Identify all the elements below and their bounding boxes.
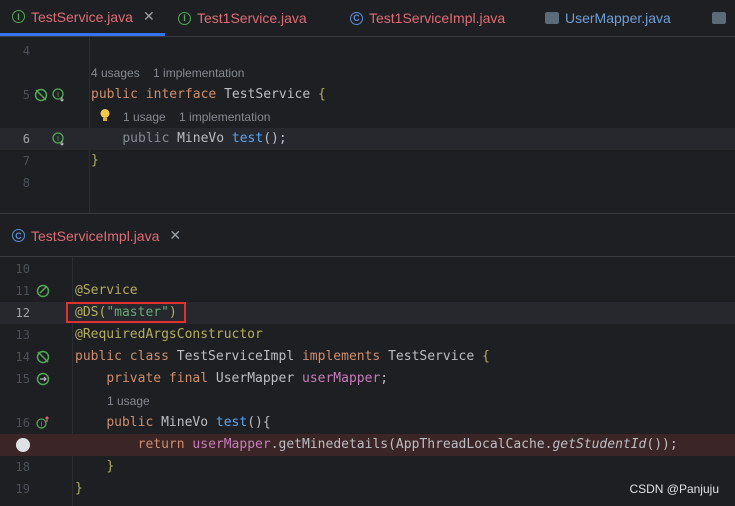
usages-hint[interactable]: 1 usage [107,390,150,412]
line-number: 10 [15,262,30,276]
bottom-editor[interactable]: 10 11 @Service 12 @DS("master") 13 @Requ… [0,257,735,506]
top-tab-bar: I TestService.java ✕ I Test1Service.java… [0,0,735,37]
code-text: public interface TestService { [91,87,326,102]
code-line: 4 [0,40,735,62]
top-editor[interactable]: 4 4 usages 1 implementation 5 I public i… [0,37,735,213]
watermark: CSDN @Panjuju [629,482,719,496]
line-number: 16 [15,416,30,430]
tab-overflow[interactable] [712,0,732,36]
code-line: 18 } [0,456,735,478]
close-icon[interactable]: ✕ [169,227,181,244]
tab-label: Test1Service.java [197,10,307,26]
code-text: @Service [75,283,138,298]
code-text: public class TestServiceImpl implements … [75,349,490,364]
code-line-current: 6 I public MineVo test(); [0,128,735,150]
implemented-icon[interactable]: I [52,88,66,102]
tab-test1service[interactable]: I Test1Service.java [178,0,307,36]
tab-label: TestService.java [31,8,133,25]
code-text: private final UserMapper userMapper; [106,371,389,386]
class-icon: C [350,11,363,25]
tab-usermapper[interactable]: UserMapper.java [545,0,671,36]
code-line: 15 private final UserMapper userMapper; [0,368,735,390]
implemented-icon[interactable]: I [52,132,66,146]
line-number: 6 [22,132,30,146]
line-number: 15 [15,372,30,386]
spring-bean-icon[interactable] [36,284,50,298]
line-number: 14 [15,350,30,364]
svg-text:I: I [57,135,59,143]
svg-text:I: I [57,91,59,99]
implementing-method-icon[interactable]: I [36,416,50,430]
code-text: @RequiredArgsConstructor [75,327,263,342]
svg-text:I: I [40,421,42,429]
tab-label: Test1ServiceImpl.java [369,10,506,26]
tab-label: UserMapper.java [565,10,671,26]
code-line: 7 } [0,150,735,172]
code-text: return userMapper.getMinedetails(AppThre… [137,437,678,452]
code-text: public MineVo test(); [122,131,287,146]
usages-hint[interactable]: 4 usages 1 implementation [91,62,244,84]
line-number: 12 [15,306,30,320]
interface-icon: I [12,10,25,23]
code-line: 14 public class TestServiceImpl implemen… [0,346,735,368]
line-number: 13 [15,328,30,342]
code-line: 19 } [0,478,735,500]
no-mapping-icon[interactable] [34,88,48,102]
code-line: 13 @RequiredArgsConstructor [0,324,735,346]
highlight-box [66,302,186,323]
line-number: 19 [15,482,30,496]
line-number: 11 [15,284,30,298]
tab-test1serviceimpl[interactable]: C Test1ServiceImpl.java [350,0,505,36]
tab-label: TestServiceImpl.java [31,227,160,244]
code-text: } [106,459,115,474]
class-icon: C [12,229,25,242]
usages-hint[interactable]: 1 usage 1 implementation [123,106,270,128]
lightbulb-icon[interactable] [98,108,112,122]
interface-icon: I [178,11,191,25]
line-number: 4 [22,44,30,58]
line-number: 8 [22,176,30,190]
code-line: 8 [0,172,735,194]
code-text: } [91,153,99,168]
line-number: 5 [22,88,30,102]
code-line-current: 12 @DS("master") [0,302,735,324]
mapper-icon [545,12,559,24]
code-text: public MineVo test(){ [106,415,271,430]
autowired-icon[interactable] [36,372,50,386]
code-text: } [75,481,83,496]
mapper-icon [712,12,726,24]
no-mapping-icon[interactable] [36,350,50,364]
tab-testserviceimpl[interactable]: C TestServiceImpl.java ✕ [0,214,191,257]
code-line: 16 I public MineVo test(){ [0,412,735,434]
line-number: 18 [15,460,30,474]
breakpoint-icon[interactable] [16,438,30,452]
tab-testservice[interactable]: I TestService.java ✕ [0,0,165,36]
line-number: 7 [22,154,30,168]
code-line: 10 [0,258,735,280]
code-line: 5 I public interface TestService { [0,84,735,106]
code-line: 11 @Service [0,280,735,302]
bottom-tab-bar: C TestServiceImpl.java ✕ [0,214,735,257]
close-icon[interactable]: ✕ [143,8,155,25]
code-line-breakpoint: return userMapper.getMinedetails(AppThre… [0,434,735,456]
